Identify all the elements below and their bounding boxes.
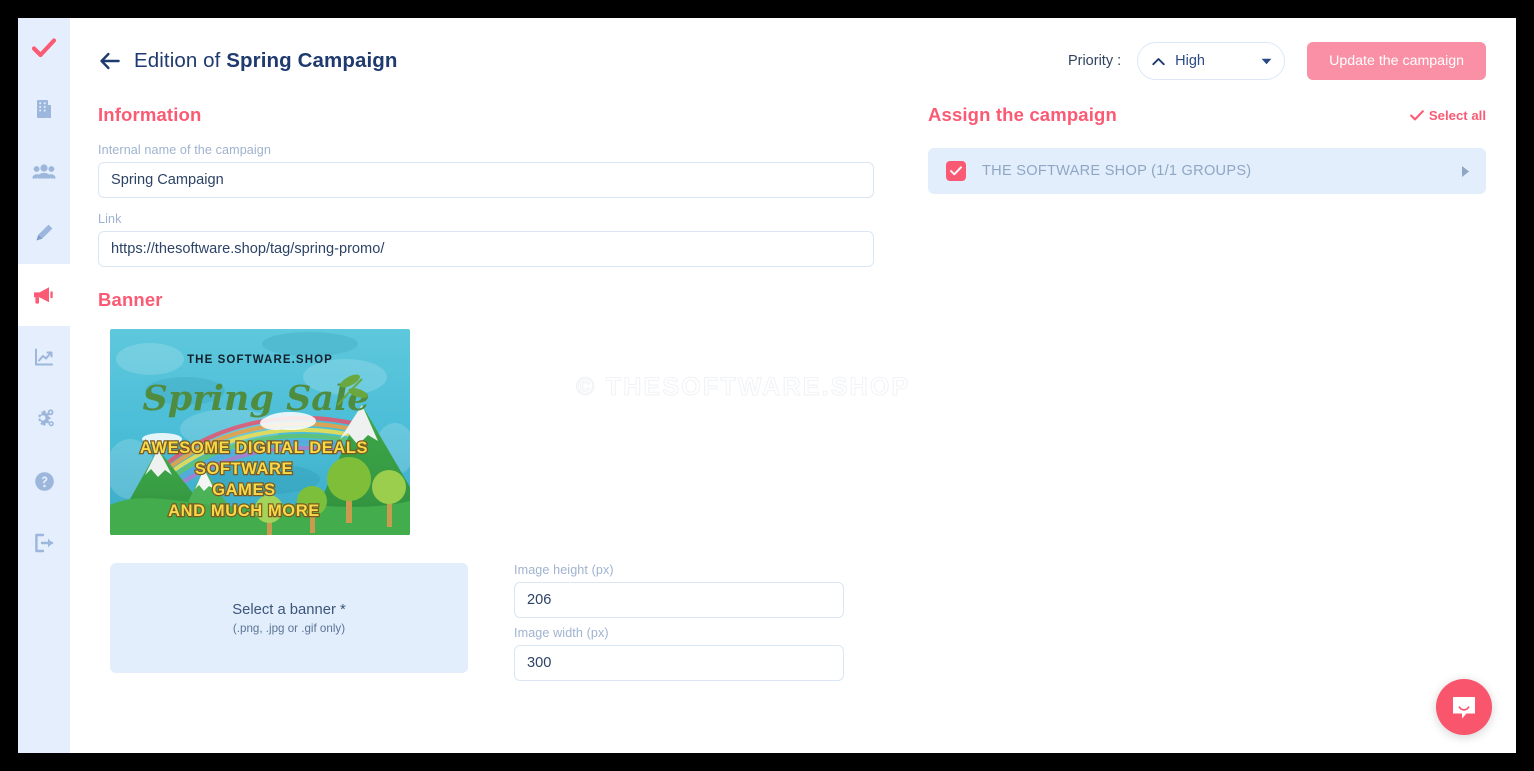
svg-text:THE SOFTWARE.SHOP: THE SOFTWARE.SHOP xyxy=(187,354,333,366)
chart-icon xyxy=(35,348,53,365)
page-title-prefix: Edition of xyxy=(134,49,227,72)
banner-preview-image[interactable]: THE SOFTWARE.SHOP Spring Sale AWESOME DI… xyxy=(110,329,410,535)
chat-bubble-icon xyxy=(1453,696,1475,719)
assign-heading: Assign the campaign xyxy=(928,104,1117,125)
svg-text:Spring Sale: Spring Sale xyxy=(142,378,369,419)
sidebar-item-campaigns[interactable] xyxy=(18,264,70,326)
page-title-name: Spring Campaign xyxy=(226,49,398,72)
image-height-label: Image height (px) xyxy=(514,563,614,577)
page-header: Edition of Spring Campaign Priority : Hi… xyxy=(70,18,1516,104)
priority-label: Priority : xyxy=(1067,53,1122,69)
sidebar-item-users[interactable] xyxy=(18,140,70,202)
sidebar-item-editor[interactable] xyxy=(18,202,70,264)
group-label: THE SOFTWARE SHOP (1/1 GROUPS) xyxy=(982,163,1252,179)
sidebar-item-company[interactable] xyxy=(18,78,70,140)
banner-artwork: THE SOFTWARE.SHOP Spring Sale AWESOME DI… xyxy=(110,329,410,535)
caret-up-icon xyxy=(1152,57,1165,65)
page-body: Information Internal name of the campaig… xyxy=(70,104,1516,689)
sidebar-item-settings[interactable] xyxy=(18,388,70,450)
left-column: Information Internal name of the campaig… xyxy=(98,104,898,689)
update-campaign-button[interactable]: Update the campaign xyxy=(1307,42,1486,80)
image-size-fields: Image height (px) 206 Image width (px) 3… xyxy=(514,563,844,689)
dropzone-title: Select a banner * xyxy=(232,601,346,618)
image-width-label: Image width (px) xyxy=(514,626,609,640)
sidebar-item-help[interactable] xyxy=(18,450,70,512)
svg-text:AND MUCH MORE: AND MUCH MORE xyxy=(168,502,320,520)
chevron-down-icon xyxy=(1261,58,1272,64)
campaign-name-input[interactable]: Spring Campaign xyxy=(98,162,874,198)
pen-icon xyxy=(36,224,53,241)
banner-section: Banner THE SOFTWARE.SHOP Spring Sale AWE… xyxy=(98,289,898,689)
svg-text:SOFTWARE: SOFTWARE xyxy=(195,460,293,478)
assign-group-row[interactable]: THE SOFTWARE SHOP (1/1 GROUPS) xyxy=(928,148,1486,194)
banner-dropzone[interactable]: Select a banner * (.png, .jpg or .gif on… xyxy=(110,563,468,673)
banner-heading: Banner xyxy=(98,289,163,310)
sidebar-item-logout[interactable] xyxy=(18,512,70,574)
building-icon xyxy=(37,100,51,118)
question-icon xyxy=(34,471,54,491)
select-all-button[interactable]: Select all xyxy=(1409,108,1486,123)
information-heading: Information xyxy=(98,104,202,125)
users-icon xyxy=(32,163,56,178)
svg-text:AWESOME DIGITAL DEALS: AWESOME DIGITAL DEALS xyxy=(140,439,368,457)
right-column: Assign the campaign Select all THE SOFTW… xyxy=(898,104,1486,689)
dropzone-subtitle: (.png, .jpg or .gif only) xyxy=(232,621,346,635)
main-content: Edition of Spring Campaign Priority : Hi… xyxy=(70,18,1516,753)
campaign-link-input[interactable]: https://thesoftware.shop/tag/spring-prom… xyxy=(98,231,874,267)
sidebar-item-stats[interactable] xyxy=(18,326,70,388)
intercom-chat-button[interactable] xyxy=(1436,679,1492,735)
assign-header: Assign the campaign Select all xyxy=(928,104,1486,126)
campaign-name-label: Internal name of the campaign xyxy=(98,143,272,157)
image-width-input[interactable]: 300 xyxy=(514,645,844,681)
select-all-label: Select all xyxy=(1428,108,1486,123)
arrow-left-icon[interactable] xyxy=(98,49,122,73)
priority-select[interactable]: High xyxy=(1137,42,1286,80)
header-actions: Priority : High Update the campaign xyxy=(1068,42,1486,80)
logo-check-icon[interactable] xyxy=(18,18,70,78)
campaign-link-label: Link xyxy=(98,212,122,226)
checkbox-check-icon xyxy=(950,166,962,176)
caret-right-icon[interactable] xyxy=(1461,165,1470,178)
check-logo-icon xyxy=(31,38,57,58)
sidebar xyxy=(18,18,70,753)
group-checkbox[interactable] xyxy=(946,161,966,181)
megaphone-icon xyxy=(34,287,53,304)
svg-text:GAMES: GAMES xyxy=(212,481,276,499)
gears-icon xyxy=(37,409,54,427)
banner-controls: Select a banner * (.png, .jpg or .gif on… xyxy=(110,563,898,689)
logout-icon xyxy=(35,533,54,553)
image-height-input[interactable]: 206 xyxy=(514,582,844,618)
check-icon xyxy=(1409,110,1424,121)
app-window: Edition of Spring Campaign Priority : Hi… xyxy=(18,18,1516,753)
page-title: Edition of Spring Campaign xyxy=(134,49,398,73)
priority-value: High xyxy=(1175,53,1205,69)
